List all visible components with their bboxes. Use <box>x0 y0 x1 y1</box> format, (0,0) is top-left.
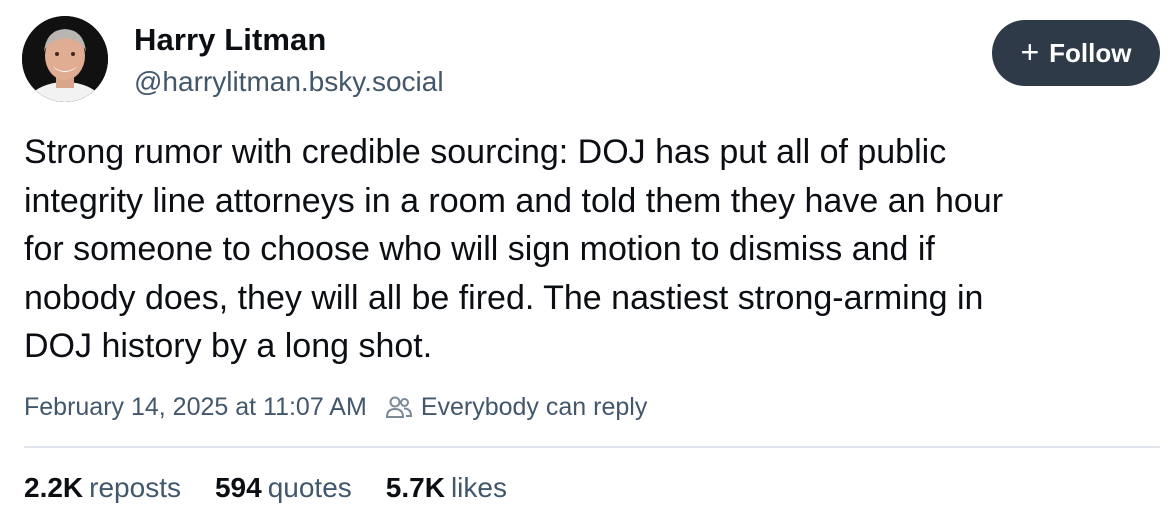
likes-count: 5.7K <box>385 472 445 503</box>
author-handle[interactable]: @harrylitman.bsky.social <box>134 64 444 100</box>
author-names: Harry Litman @harrylitman.bsky.social <box>134 20 444 100</box>
follow-button[interactable]: + Follow <box>992 20 1160 86</box>
reposts-stat[interactable]: 2.2K reposts <box>24 472 181 504</box>
post-text: Strong rumor with credible sourcing: DOJ… <box>24 133 1004 365</box>
person-portrait-avatar <box>22 16 108 102</box>
engagement-stats: 2.2K reposts 594 quotes 5.7K likes <box>24 470 541 506</box>
quotes-label: quotes <box>267 472 352 503</box>
post-meta: February 14, 2025 at 11:07 AM Everybody … <box>24 390 647 424</box>
post-header: Harry Litman @harrylitman.bsky.social + … <box>22 16 1162 106</box>
avatar[interactable] <box>22 16 108 102</box>
people-icon <box>385 394 413 420</box>
likes-stat[interactable]: 5.7K likes <box>386 472 507 504</box>
post-timestamp[interactable]: February 14, 2025 at 11:07 AM <box>24 393 367 422</box>
plus-icon: + <box>1020 34 1040 70</box>
reply-setting[interactable]: Everybody can reply <box>421 393 648 422</box>
reposts-label: reposts <box>89 472 181 503</box>
follow-button-label: Follow <box>1049 37 1132 68</box>
quotes-stat[interactable]: 594 quotes <box>215 472 352 504</box>
quotes-count: 594 <box>214 472 262 503</box>
author-display-name[interactable]: Harry Litman <box>134 20 444 60</box>
likes-label: likes <box>450 472 507 503</box>
post-card: Harry Litman @harrylitman.bsky.social + … <box>0 0 1172 516</box>
divider <box>24 446 1160 448</box>
reposts-count: 2.2K <box>24 472 84 503</box>
